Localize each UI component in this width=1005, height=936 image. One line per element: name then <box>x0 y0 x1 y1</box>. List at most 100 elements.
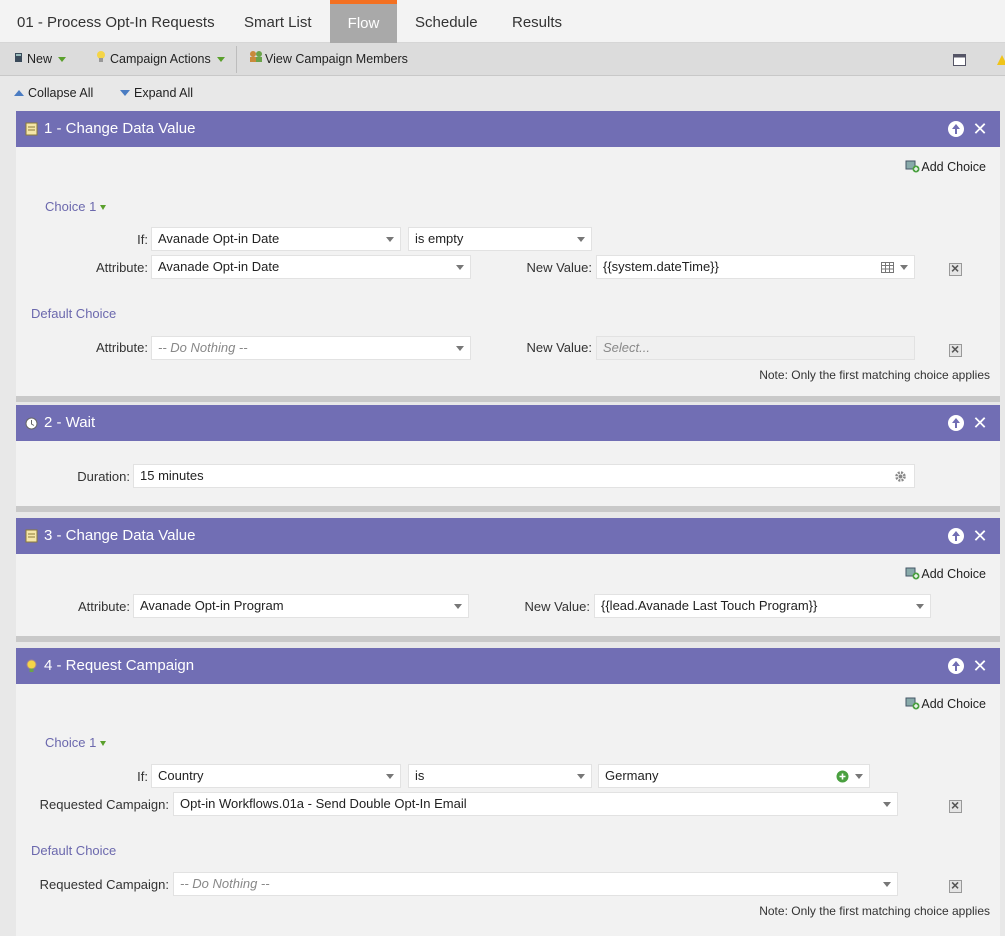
window-icon[interactable] <box>953 43 966 76</box>
if-field-select[interactable]: Avanade Opt-in Date <box>151 227 401 251</box>
tab-results[interactable]: Results <box>498 0 576 43</box>
new-value-input[interactable]: {{system.dateTime}} <box>596 255 915 279</box>
change-data-value-icon <box>25 529 38 543</box>
members-icon <box>249 43 264 76</box>
tab-smart-list[interactable]: Smart List <box>230 0 326 43</box>
default-choice-label: Default Choice <box>31 843 117 858</box>
campaign-actions-button[interactable]: Campaign Actions <box>96 43 225 76</box>
delete-choice-icon[interactable] <box>949 877 962 893</box>
close-icon[interactable]: ✕ <box>972 527 988 545</box>
chevron-down-icon <box>900 265 908 270</box>
add-choice-button[interactable]: Add Choice <box>905 160 986 174</box>
tab-flow[interactable]: Flow <box>330 0 397 43</box>
delete-choice-icon[interactable] <box>949 341 962 357</box>
requested-campaign-select[interactable]: Opt-in Workflows.01a - Send Double Opt-I… <box>173 792 898 816</box>
requested-campaign-value: Opt-in Workflows.01a - Send Double Opt-I… <box>180 796 467 811</box>
new-value-select[interactable]: {{lead.Avanade Last Touch Program}} <box>594 594 931 618</box>
expand-icon <box>120 90 130 96</box>
step-title: 2 - Wait <box>44 414 96 431</box>
expand-all-button[interactable]: Expand All <box>120 86 193 100</box>
collapse-all-button[interactable]: Collapse All <box>14 86 93 100</box>
toolbar-divider <box>236 46 237 73</box>
change-data-value-icon <box>25 122 38 136</box>
calendar-icon[interactable] <box>881 262 894 273</box>
move-up-icon[interactable] <box>948 658 964 674</box>
warning-icon[interactable] <box>996 43 1005 76</box>
add-choice-button[interactable]: Add Choice <box>905 567 986 581</box>
delete-choice-icon[interactable] <box>949 260 962 276</box>
tab-bar: 01 - Process Opt-In Requests Smart List … <box>0 0 1005 43</box>
attribute-label: Attribute: <box>77 599 130 614</box>
add-choice-label: Add Choice <box>921 697 986 711</box>
flow-step-1: 1 - Change Data Value ✕ Add Choice Choic… <box>16 111 1000 402</box>
first-match-note: Note: Only the first matching choice app… <box>759 904 990 918</box>
step-title: 1 - Change Data Value <box>44 120 196 137</box>
if-operator-value: is empty <box>415 231 464 246</box>
duration-label: Duration: <box>77 469 130 484</box>
chevron-down-icon <box>100 205 107 210</box>
step-header[interactable]: 2 - Wait ✕ <box>16 405 1000 441</box>
chevron-down-icon <box>386 774 394 779</box>
if-label: If: <box>137 769 148 784</box>
default-requested-campaign-select[interactable]: -- Do Nothing -- <box>173 872 898 896</box>
clock-icon <box>25 417 38 430</box>
chevron-down-icon <box>883 882 891 887</box>
if-operator-select[interactable]: is empty <box>408 227 592 251</box>
chevron-down-icon <box>855 774 863 779</box>
gear-icon[interactable] <box>894 470 907 483</box>
new-menu-button[interactable]: New <box>14 43 67 76</box>
collapse-all-label: Collapse All <box>28 86 94 100</box>
close-icon[interactable]: ✕ <box>972 657 988 675</box>
expand-all-label: Expand All <box>134 86 194 100</box>
first-match-note: Note: Only the first matching choice app… <box>759 368 990 382</box>
attribute-select[interactable]: Avanade Opt-in Date <box>151 255 471 279</box>
choice-label-text: Choice 1 <box>45 199 97 214</box>
if-field-value: Country <box>158 768 204 783</box>
close-icon[interactable]: ✕ <box>972 120 988 138</box>
if-value-input[interactable]: Germany <box>598 764 870 788</box>
move-up-icon[interactable] <box>948 121 964 137</box>
toolbar: New Campaign Actions View Campaign Membe… <box>0 43 1005 76</box>
campaign-actions-label: Campaign Actions <box>110 52 211 66</box>
choice-1-label[interactable]: Choice 1 <box>45 199 107 214</box>
campaign-title-tab[interactable]: 01 - Process Opt-In Requests <box>3 0 229 43</box>
move-up-icon[interactable] <box>948 528 964 544</box>
add-choice-button[interactable]: Add Choice <box>905 697 986 711</box>
view-campaign-members-button[interactable]: View Campaign Members <box>249 43 408 76</box>
duration-input[interactable]: 15 minutes <box>133 464 915 488</box>
add-value-icon[interactable] <box>836 770 849 783</box>
add-choice-icon <box>905 567 920 580</box>
add-choice-icon <box>905 160 920 173</box>
flow-step-2: 2 - Wait ✕ Duration: 15 minutes <box>16 405 1000 512</box>
chevron-down-icon <box>100 741 107 746</box>
attribute-select[interactable]: Avanade Opt-in Program <box>133 594 469 618</box>
step-title: 4 - Request Campaign <box>44 657 195 674</box>
chevron-down-icon <box>577 237 585 242</box>
if-value-text: Germany <box>605 768 659 783</box>
lightbulb-icon <box>26 659 37 672</box>
close-icon[interactable]: ✕ <box>972 414 988 432</box>
new-value-label: New Value: <box>524 599 590 614</box>
default-attribute-select[interactable]: -- Do Nothing -- <box>151 336 471 360</box>
if-operator-select[interactable]: is <box>408 764 592 788</box>
new-label: New <box>27 52 53 66</box>
tab-schedule[interactable]: Schedule <box>401 0 492 43</box>
if-operator-value: is <box>415 768 425 783</box>
new-value-text: {{system.dateTime}} <box>603 259 719 274</box>
move-up-icon[interactable] <box>948 415 964 431</box>
if-label: If: <box>137 232 148 247</box>
default-new-value-input[interactable]: Select... <box>596 336 915 360</box>
default-attribute-value: -- Do Nothing -- <box>158 340 248 355</box>
step-header[interactable]: 1 - Change Data Value ✕ <box>16 111 1000 147</box>
chevron-down-icon <box>916 604 924 609</box>
chevron-down-icon <box>58 57 67 63</box>
step-title: 3 - Change Data Value <box>44 527 196 544</box>
step-header[interactable]: 3 - Change Data Value ✕ <box>16 518 1000 554</box>
choice-1-label[interactable]: Choice 1 <box>45 735 107 750</box>
new-value-text: {{lead.Avanade Last Touch Program}} <box>601 598 818 613</box>
attribute-value: Avanade Opt-in Date <box>158 259 280 274</box>
step-header[interactable]: 4 - Request Campaign ✕ <box>16 648 1000 684</box>
if-field-select[interactable]: Country <box>151 764 401 788</box>
delete-choice-icon[interactable] <box>949 797 962 813</box>
collapse-bar: Collapse All Expand All <box>0 77 1005 110</box>
